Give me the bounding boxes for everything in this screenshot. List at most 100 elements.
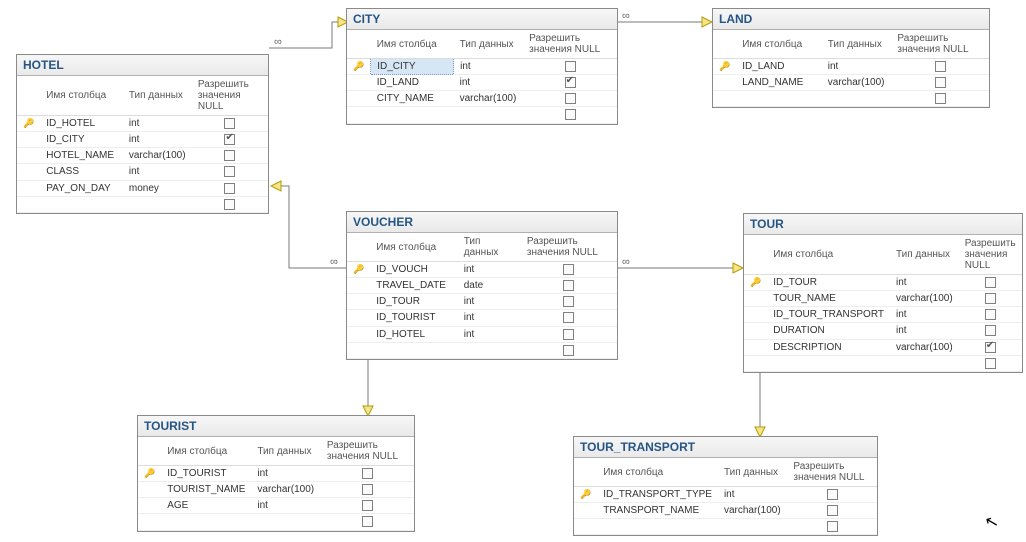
allow-null-checkbox[interactable] [565,77,576,88]
table-land[interactable]: LAND Имя столбцаТип данныхРазрешить знач… [712,8,990,108]
table-row[interactable]: CITY_NAMEvarchar(100) [347,91,617,107]
allow-null-checkbox[interactable] [224,150,235,161]
allow-null-checkbox[interactable] [827,521,838,532]
column-type: int [458,262,521,278]
allow-null-checkbox[interactable] [935,61,946,72]
table-row[interactable]: ID_TOURISTint [347,310,617,326]
table-row[interactable]: ID_CITYint [17,132,268,148]
table-tourist[interactable]: TOURIST Имя столбцаТип данныхРазрешить з… [137,415,415,532]
table-row[interactable]: DURATIONint [744,323,1022,339]
table-voucher[interactable]: VOUCHER Имя столбцаТип данныхРазрешить з… [346,211,618,360]
table-title: TOUR_TRANSPORT [574,437,877,458]
column-type: int [822,59,892,75]
column-type: varchar(100) [890,291,959,307]
allow-null-checkbox[interactable] [563,329,574,340]
allow-null-checkbox[interactable] [985,277,996,288]
allow-null-checkbox[interactable] [362,468,373,479]
allow-null-checkbox[interactable] [827,489,838,500]
primary-key-icon: 🔑 [23,118,34,128]
column-type: int [251,498,321,514]
column-type: int [458,294,521,310]
table-row[interactable] [17,196,268,212]
allow-null-checkbox[interactable] [985,358,996,369]
header-col-name: Имя столбца [370,233,458,262]
table-city[interactable]: CITY Имя столбцаТип данныхРазрешить знач… [346,8,618,125]
allow-null-checkbox[interactable] [362,500,373,511]
column-type: int [718,487,787,503]
table-row[interactable]: TRAVEL_DATEdate [347,278,617,294]
allow-null-checkbox[interactable] [563,345,574,356]
table-title: HOTEL [17,55,268,76]
allow-null-checkbox[interactable] [224,199,235,210]
column-name: ID_HOTEL [40,116,123,132]
header-col-type: Тип данных [718,458,787,487]
column-type: date [458,278,521,294]
allow-null-checkbox[interactable] [565,109,576,120]
table-row[interactable]: 🔑ID_LANDint [713,59,989,75]
allow-null-checkbox[interactable] [224,134,235,145]
column-name: CLASS [40,164,123,180]
allow-null-checkbox[interactable] [565,93,576,104]
allow-null-checkbox[interactable] [362,516,373,527]
allow-null-checkbox[interactable] [224,118,235,129]
table-row[interactable]: CLASSint [17,164,268,180]
table-row[interactable]: PAY_ON_DAYmoney [17,180,268,196]
column-type: int [890,323,959,339]
header-col-null: Разрешить значения NULL [891,30,989,59]
primary-key-icon: 🔑 [144,468,155,478]
table-row[interactable]: ID_TOUR_TRANSPORTint [744,307,1022,323]
table-row[interactable] [574,519,877,535]
table-hotel[interactable]: HOTEL Имя столбцаТип данныхРазрешить зна… [16,54,269,214]
allow-null-checkbox[interactable] [985,325,996,336]
table-row[interactable]: HOTEL_NAMEvarchar(100) [17,148,268,164]
allow-null-checkbox[interactable] [827,505,838,516]
table-row[interactable]: 🔑ID_VOUCHint [347,262,617,278]
header-col-null: Разрешить значения NULL [959,235,1022,275]
allow-null-checkbox[interactable] [224,183,235,194]
table-row[interactable] [347,342,617,358]
table-row[interactable]: 🔑ID_TRANSPORT_TYPEint [574,487,877,503]
table-row[interactable]: LAND_NAMEvarchar(100) [713,75,989,91]
table-tour-transport[interactable]: TOUR_TRANSPORT Имя столбцаТип данныхРазр… [573,436,878,536]
column-name: HOTEL_NAME [40,148,123,164]
table-row[interactable]: TRANSPORT_NAMEvarchar(100) [574,503,877,519]
column-name: ID_TOURIST [370,310,458,326]
table-row[interactable]: 🔑ID_TOURISTint [138,466,414,482]
table-row[interactable]: ID_TOURint [347,294,617,310]
table-row[interactable] [713,91,989,107]
table-row[interactable]: ID_LANDint [347,75,617,91]
table-row[interactable] [744,355,1022,371]
allow-null-checkbox[interactable] [935,93,946,104]
header-col-type: Тип данных [251,437,321,466]
allow-null-checkbox[interactable] [563,296,574,307]
table-row[interactable] [138,514,414,530]
table-row[interactable]: AGEint [138,498,414,514]
allow-null-checkbox[interactable] [563,312,574,323]
table-row[interactable]: TOURIST_NAMEvarchar(100) [138,482,414,498]
allow-null-checkbox[interactable] [935,77,946,88]
header-col-null: Разрешить значения NULL [321,437,414,466]
allow-null-checkbox[interactable] [985,342,996,353]
allow-null-checkbox[interactable] [224,166,235,177]
table-row[interactable]: 🔑ID_CITYint [347,59,617,75]
table-row[interactable]: TOUR_NAMEvarchar(100) [744,291,1022,307]
allow-null-checkbox[interactable] [565,61,576,72]
allow-null-checkbox[interactable] [563,280,574,291]
allow-null-checkbox[interactable] [563,264,574,275]
allow-null-checkbox[interactable] [985,293,996,304]
allow-null-checkbox[interactable] [362,484,373,495]
table-row[interactable]: 🔑ID_HOTELint [17,116,268,132]
table-tour[interactable]: TOUR Имя столбцаТип данныхРазрешить знач… [743,213,1023,373]
column-type: int [890,275,959,291]
column-name: DESCRIPTION [767,339,890,355]
column-type: int [890,307,959,323]
table-row[interactable]: ID_HOTELint [347,326,617,342]
column-type: varchar(100) [822,75,892,91]
table-row[interactable]: 🔑ID_TOURint [744,275,1022,291]
allow-null-checkbox[interactable] [985,309,996,320]
svg-text:∞: ∞ [622,256,630,268]
table-row[interactable] [347,107,617,123]
column-type: varchar(100) [890,339,959,355]
table-row[interactable]: DESCRIPTIONvarchar(100) [744,339,1022,355]
column-name: TOURIST_NAME [161,482,251,498]
